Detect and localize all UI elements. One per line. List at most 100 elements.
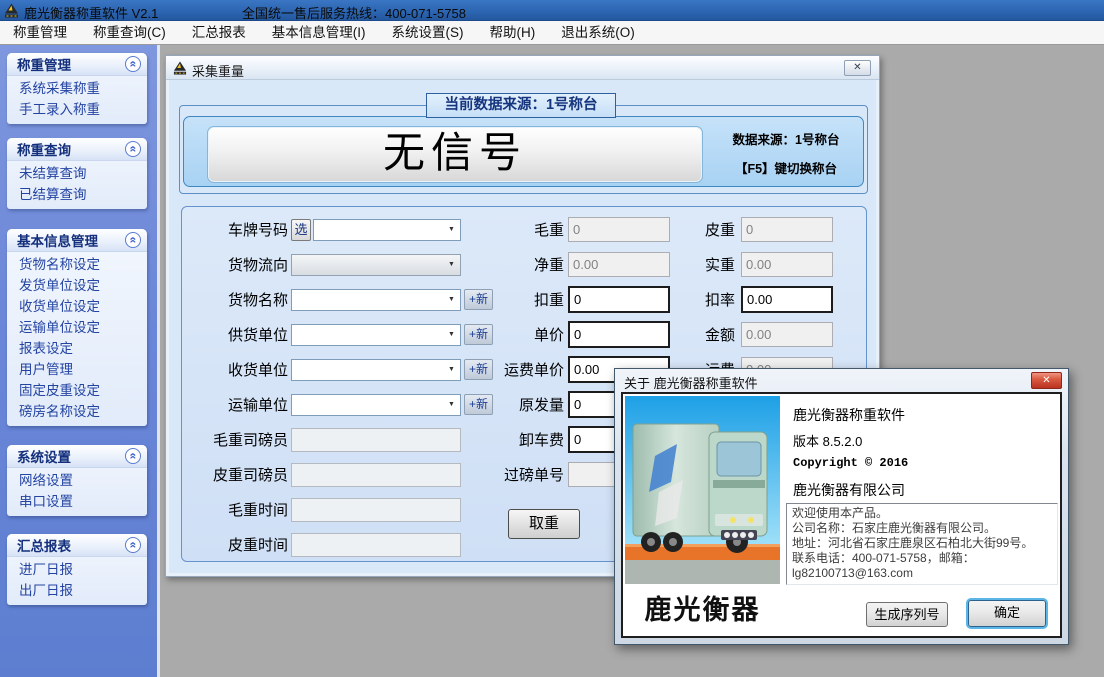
sidebar-section-title: 汇总报表 — [17, 535, 71, 555]
combobox[interactable]: ▼ — [291, 394, 461, 416]
sidebar-item-1-2[interactable]: 手工录入称重 — [7, 99, 147, 120]
sidebar-item-5-1[interactable]: 进厂日报 — [7, 559, 147, 580]
capture-window-close-icon[interactable]: ✕ — [844, 60, 871, 76]
field-label: 收货单位 — [188, 359, 288, 380]
plate-combobox[interactable]: ▼ — [313, 219, 461, 241]
sidebar-item-5-2[interactable]: 出厂日报 — [7, 580, 147, 601]
current-source-label: 当前数据来源：1号称台 — [426, 93, 616, 118]
menu-item-5[interactable]: 系统设置(S) — [379, 21, 477, 45]
ok-button[interactable]: 确定 — [968, 600, 1046, 627]
sidebar-item-2-2[interactable]: 已结算查询 — [7, 184, 147, 205]
readonly-value-field — [741, 322, 833, 347]
sidebar-section-header[interactable]: 称重管理 « — [7, 53, 147, 76]
source-info-line2: 【F5】键切换称台 — [712, 158, 860, 177]
value-input[interactable] — [568, 321, 670, 348]
sidebar-item-4-2[interactable]: 串口设置 — [7, 491, 147, 512]
menu-item-3[interactable]: 汇总报表 — [179, 21, 259, 45]
menu-item-6[interactable]: 帮助(H) — [477, 21, 549, 45]
readonly-value-field — [568, 217, 670, 242]
value-input[interactable] — [741, 286, 833, 313]
chevron-glyph: « — [127, 453, 139, 460]
about-copyright: Copyright © 2016 — [793, 456, 908, 470]
sidebar-item-3-8[interactable]: 磅房名称设定 — [7, 401, 147, 422]
about-dialog-close-icon[interactable]: ✕ — [1031, 372, 1062, 389]
app-logo-icon — [4, 3, 19, 18]
form-column-right: 皮重实重扣率金额运费 — [669, 212, 834, 387]
hotline-text: 全国统一售后服务热线：400-071-5758 — [242, 3, 466, 22]
field-label: 皮重 — [669, 219, 735, 240]
sidebar-section-title: 称重管理 — [17, 54, 71, 74]
sidebar-item-3-4[interactable]: 运输单位设定 — [7, 317, 147, 338]
form-row: 毛重司磅员 — [188, 422, 503, 457]
flow-combobox[interactable]: ▼ — [291, 254, 461, 276]
take-weight-button[interactable]: 取重 — [508, 509, 580, 539]
field-label: 扣重 — [480, 289, 564, 310]
sidebar-section-items: 货物名称设定发货单位设定收货单位设定运输单位设定报表设定用户管理固定皮重设定磅房… — [7, 252, 147, 426]
sidebar-item-3-3[interactable]: 收货单位设定 — [7, 296, 147, 317]
chevron-up-icon[interactable]: « — [125, 141, 141, 157]
field-label: 运费单价 — [480, 359, 564, 380]
combobox[interactable]: ▼ — [291, 324, 461, 346]
combobox[interactable]: ▼ — [291, 359, 461, 381]
about-dialog-titlebar[interactable]: 关于 鹿光衡器称重软件 ✕ — [615, 369, 1068, 392]
menu-item-4[interactable]: 基本信息管理(I) — [259, 21, 379, 45]
sidebar-section-header[interactable]: 系统设置 « — [7, 445, 147, 468]
sidebar-section-header[interactable]: 称重查询« — [7, 138, 147, 161]
field-label: 货物名称 — [188, 289, 288, 310]
truck-image-caption: 鹿光衡器 — [625, 584, 780, 634]
plate-select-button[interactable]: 选 — [291, 219, 311, 241]
sidebar-section-2: 称重查询«未结算查询已结算查询 — [7, 138, 147, 209]
sidebar-section-header[interactable]: 汇总报表 « — [7, 534, 147, 557]
sidebar-section-5: 汇总报表 « 进厂日报出厂日报 — [7, 534, 147, 605]
sidebar-section-header[interactable]: 基本信息管理« — [7, 229, 147, 252]
form-row: 实重 — [669, 247, 834, 282]
chevron-up-icon[interactable]: « — [125, 448, 141, 464]
field-label: 运输单位 — [188, 394, 288, 415]
about-info-line: 欢迎使用本产品。 — [792, 506, 1052, 521]
readonly-text-field — [291, 498, 461, 522]
menu-item-7[interactable]: 退出系统(O) — [548, 21, 648, 45]
chevron-down-icon: ▼ — [444, 326, 459, 344]
signal-panel: 无信号 数据来源：1号称台 【F5】键切换称台 — [183, 116, 864, 187]
chevron-down-icon: ▼ — [444, 361, 459, 379]
chevron-up-icon[interactable]: « — [125, 537, 141, 553]
about-info-line: 联系电话：400-071-5758，邮箱： — [792, 551, 1052, 566]
value-input[interactable] — [568, 286, 670, 313]
window-logo-icon — [173, 61, 187, 75]
about-product-name: 鹿光衡器称重软件 — [793, 405, 905, 425]
sidebar-item-3-1[interactable]: 货物名称设定 — [7, 254, 147, 275]
sidebar-item-2-1[interactable]: 未结算查询 — [7, 163, 147, 184]
sidebar-section-3: 基本信息管理«货物名称设定发货单位设定收货单位设定运输单位设定报表设定用户管理固… — [7, 229, 147, 426]
about-dialog-title: 关于 鹿光衡器称重软件 — [624, 373, 758, 392]
chevron-up-icon[interactable]: « — [125, 56, 141, 72]
field-label: 单价 — [480, 324, 564, 345]
sidebar-item-3-5[interactable]: 报表设定 — [7, 338, 147, 359]
menu-item-1[interactable]: 称重管理 — [0, 21, 80, 45]
sidebar-section-items: 进厂日报出厂日报 — [7, 557, 147, 605]
sidebar-item-3-2[interactable]: 发货单位设定 — [7, 275, 147, 296]
form-row: 货物名称▼+新 — [188, 282, 503, 317]
menu-item-2[interactable]: 称重查询(C) — [80, 21, 179, 45]
source-info-line1: 数据来源：1号称台 — [712, 129, 860, 148]
chevron-down-icon: ▼ — [444, 221, 459, 239]
signal-display: 无信号 — [207, 126, 703, 183]
generate-serial-button[interactable]: 生成序列号 — [866, 602, 948, 627]
form-row: 运输单位▼+新 — [188, 387, 503, 422]
sidebar-item-3-7[interactable]: 固定皮重设定 — [7, 380, 147, 401]
about-dialog-content: 鹿光衡器 鹿光衡器称重软件 版本 8.5.2.0 Copyright © 201… — [621, 392, 1062, 638]
field-label: 车牌号码 — [188, 219, 288, 240]
sidebar-item-3-6[interactable]: 用户管理 — [7, 359, 147, 380]
form-row: 扣重 — [480, 282, 672, 317]
chevron-up-icon[interactable]: « — [125, 232, 141, 248]
combobox[interactable]: ▼ — [291, 289, 461, 311]
sidebar-section-title: 系统设置 — [17, 446, 71, 466]
sidebar-item-1-1[interactable]: 系统采集称重 — [7, 78, 147, 99]
sidebar-section-items: 系统采集称重手工录入称重 — [7, 76, 147, 124]
field-label: 金额 — [669, 324, 735, 345]
capture-window-titlebar[interactable]: 采集重量 ✕ — [166, 56, 879, 80]
readonly-value-field — [741, 217, 833, 242]
app-title: 鹿光衡器称重软件 V2.1 — [24, 3, 158, 22]
chevron-glyph: « — [127, 61, 139, 68]
sidebar-item-4-1[interactable]: 网络设置 — [7, 470, 147, 491]
form-row: 收货单位▼+新 — [188, 352, 503, 387]
